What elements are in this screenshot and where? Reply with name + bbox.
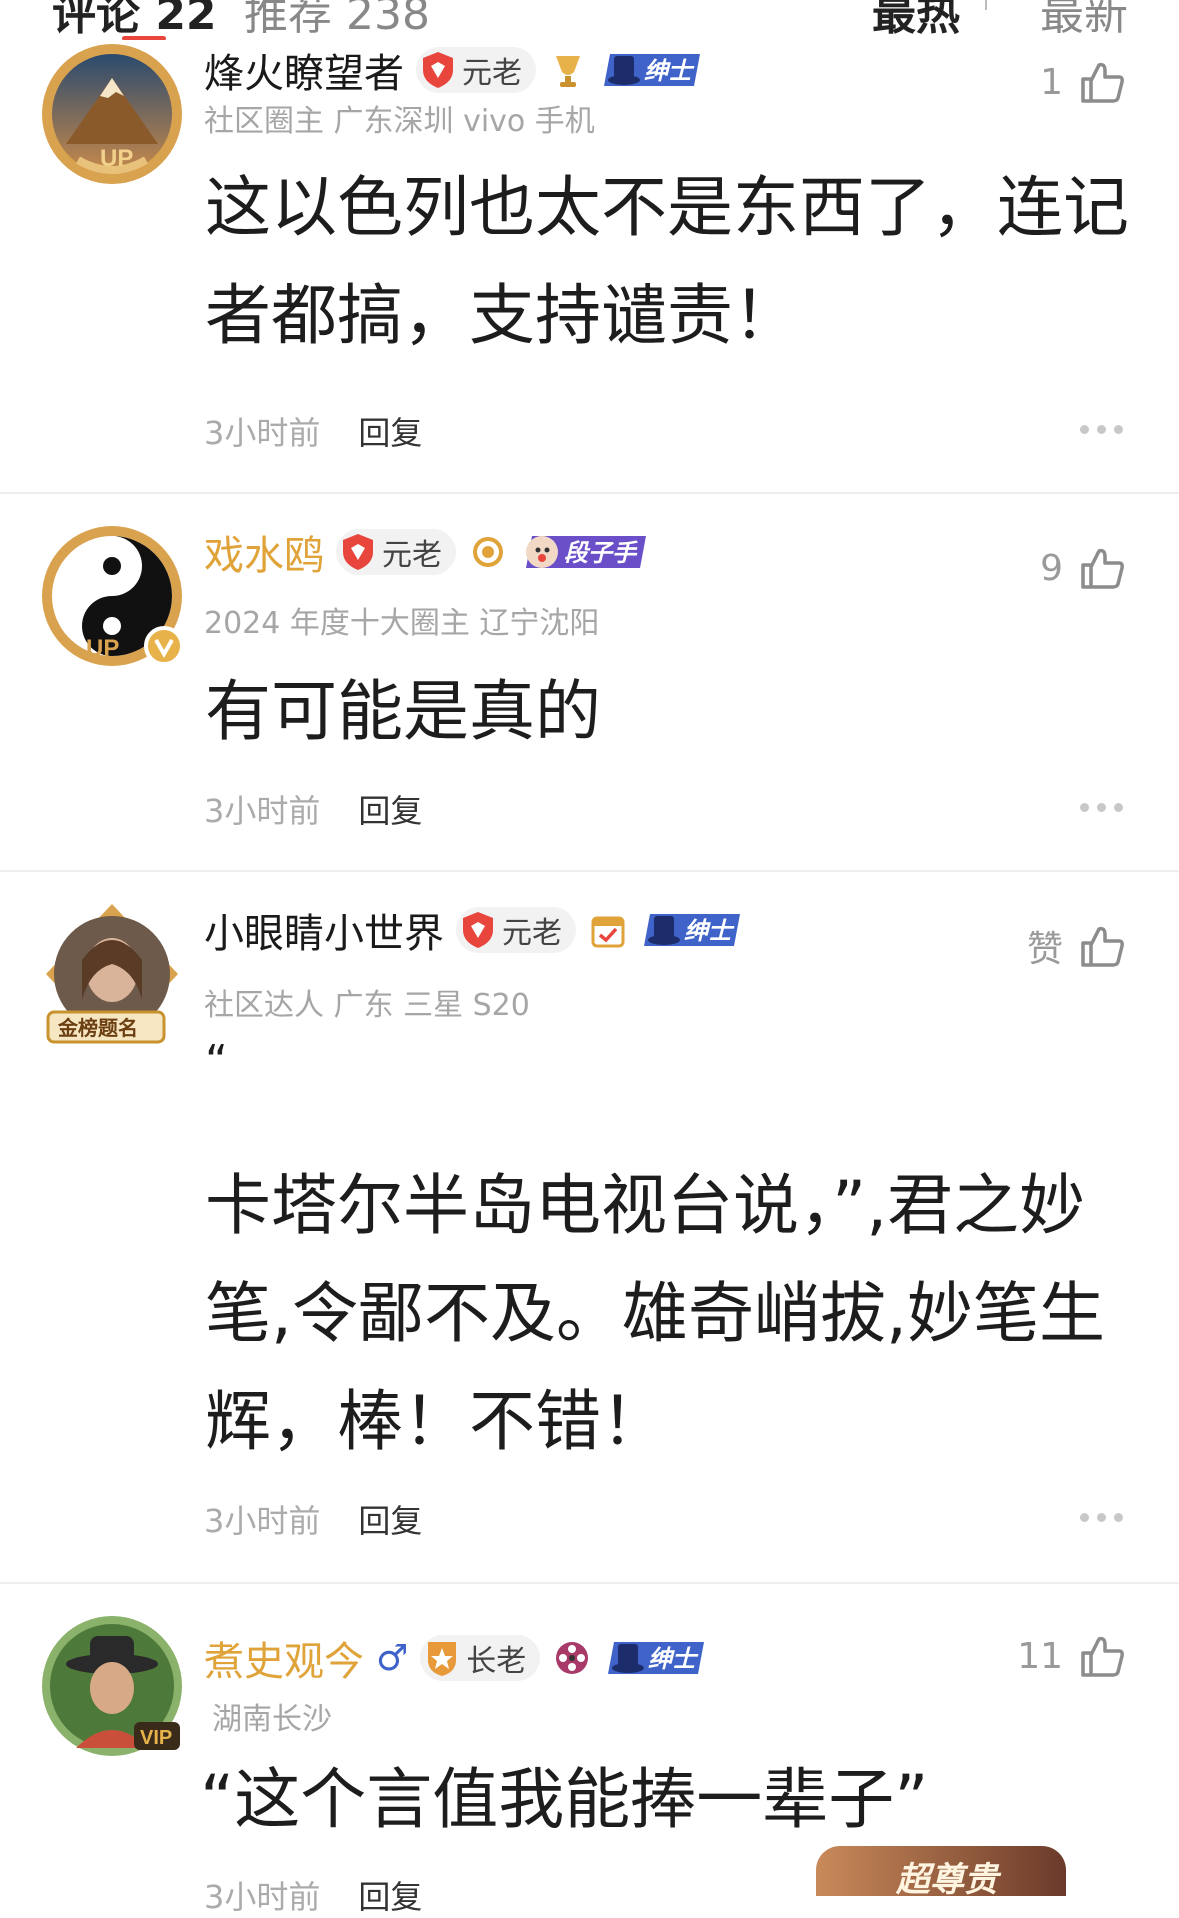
rank-label: 长老: [466, 1644, 527, 1679]
comment-divider: [0, 870, 1179, 872]
avatar-caption: VIP: [140, 1727, 172, 1749]
like-button[interactable]: 9: [1040, 538, 1127, 598]
premium-badge-label: 超尊贵: [896, 1860, 998, 1896]
comment-text: 有可能是真的: [205, 673, 601, 750]
rank-badge[interactable]: 元老: [336, 529, 456, 575]
reply-button[interactable]: 回复: [358, 1496, 422, 1542]
jester-badge[interactable]: 段子手: [520, 530, 650, 574]
wreath-icon[interactable]: [468, 532, 508, 572]
rank-badge[interactable]: 元老: [416, 47, 536, 93]
badge-title: 绅士: [644, 57, 695, 85]
reply-button[interactable]: 回复: [358, 786, 422, 832]
reply-button[interactable]: 回复: [358, 1872, 422, 1918]
comment-text: 卡塔尔半岛电视台说，”,君之妙笔,令鄙不及。雄奇峭拔,妙笔生辉，棒！不错！: [205, 1167, 1105, 1460]
comment-meta: 3小时前 回复: [204, 1872, 422, 1918]
like-count: 1: [1040, 61, 1063, 103]
top-bar: 评论 22 推荐 238 最热 最新: [0, 0, 1179, 40]
user-avatar[interactable]: UP: [38, 40, 186, 188]
username-row: 煮史观今 ♂ 长老 绅士: [204, 1630, 708, 1686]
badge-title: 段子手: [564, 539, 638, 567]
tab-recommend[interactable]: 推荐 238: [244, 0, 430, 40]
trophy-icon[interactable]: [548, 50, 588, 90]
user-avatar[interactable]: 金榜题名: [38, 900, 186, 1048]
comment-meta: 3小时前 回复: [204, 786, 422, 832]
comment-meta: 3小时前 回复: [204, 1496, 422, 1542]
sort-divider: [985, 0, 987, 10]
svg-text:UP: UP: [86, 635, 119, 662]
user-meta: 社区圈主 广东深圳 vivo 手机: [204, 104, 595, 139]
shield-icon: [463, 912, 493, 948]
badge-title: 绅士: [648, 1645, 699, 1673]
user-avatar[interactable]: UP: [38, 522, 186, 670]
shield-icon: [428, 1642, 457, 1676]
comment-time: 3小时前: [204, 1502, 321, 1540]
like-count: 11: [1017, 1635, 1063, 1677]
username[interactable]: 煮史观今: [204, 1629, 364, 1687]
avatar-caption: 金榜题名: [57, 1016, 138, 1040]
username-row: 烽火瞭望者 元老 绅士: [204, 42, 704, 98]
shield-icon: [423, 52, 453, 88]
like-count: 9: [1040, 547, 1063, 589]
like-count: 赞: [1026, 929, 1063, 970]
username[interactable]: 戏水鸥: [204, 523, 324, 581]
user-meta: 2024 年度十大圈主 辽宁沈阳: [204, 606, 600, 641]
quote-mark: “: [205, 1036, 228, 1087]
comment-text: 这以色列也太不是东西了，连记者都搞，支持谴责！: [205, 169, 1129, 354]
reply-button[interactable]: 回复: [358, 408, 422, 454]
rank-label: 元老: [502, 916, 562, 951]
username[interactable]: 烽火瞭望者: [204, 41, 404, 99]
comment-time: 3小时前: [204, 1878, 321, 1916]
thumbs-up-icon: [1081, 1636, 1124, 1677]
more-options-icon[interactable]: [1080, 425, 1123, 434]
premium-badge[interactable]: 超尊贵: [816, 1846, 1066, 1896]
rank-badge[interactable]: 长老: [420, 1635, 541, 1681]
svg-text:UP: UP: [100, 145, 133, 172]
user-meta: 社区达人 广东 三星 S20: [204, 988, 530, 1023]
rank-badge[interactable]: 元老: [456, 907, 576, 953]
comment-time: 3小时前: [204, 414, 321, 452]
sort-new[interactable]: 最新: [1040, 0, 1128, 40]
like-button[interactable]: 赞: [1027, 916, 1127, 976]
thumbs-up-icon: [1081, 62, 1124, 103]
comment-meta: 3小时前 回复: [204, 408, 422, 454]
rank-label: 元老: [382, 538, 442, 573]
like-button[interactable]: 1: [1040, 52, 1127, 112]
comment-divider: [0, 1582, 1179, 1584]
male-icon: ♂: [376, 1637, 409, 1679]
comment-divider: [0, 492, 1179, 494]
gentleman-hat-badge[interactable]: 绅士: [600, 48, 704, 92]
like-button[interactable]: 11: [1017, 1626, 1127, 1686]
user-meta: 湖南长沙: [212, 1702, 332, 1737]
gentleman-hat-badge[interactable]: 绅士: [640, 908, 744, 952]
username-row: 小眼睛小世界 元老 绅士: [204, 902, 744, 958]
calendar-check-icon[interactable]: [588, 910, 628, 950]
rank-label: 元老: [462, 56, 522, 91]
sort-hot[interactable]: 最热: [872, 0, 960, 40]
gentleman-hat-badge[interactable]: 绅士: [604, 1636, 708, 1680]
more-options-icon[interactable]: [1080, 803, 1123, 812]
film-reel-icon[interactable]: [552, 1638, 592, 1678]
comment-text: “这个言值我能捧一辈子”: [200, 1761, 929, 1838]
username[interactable]: 小眼睛小世界: [204, 901, 444, 959]
badge-title: 绅士: [684, 917, 735, 945]
username-row: 戏水鸥 元老 段子手: [204, 524, 650, 580]
comment-time: 3小时前: [204, 792, 321, 830]
shield-icon: [343, 534, 373, 570]
thumbs-up-icon: [1081, 548, 1124, 589]
user-avatar[interactable]: VIP: [38, 1612, 186, 1760]
tab-comments[interactable]: 评论 22: [52, 0, 217, 40]
thumbs-up-icon: [1081, 926, 1124, 967]
more-options-icon[interactable]: [1080, 1513, 1123, 1522]
